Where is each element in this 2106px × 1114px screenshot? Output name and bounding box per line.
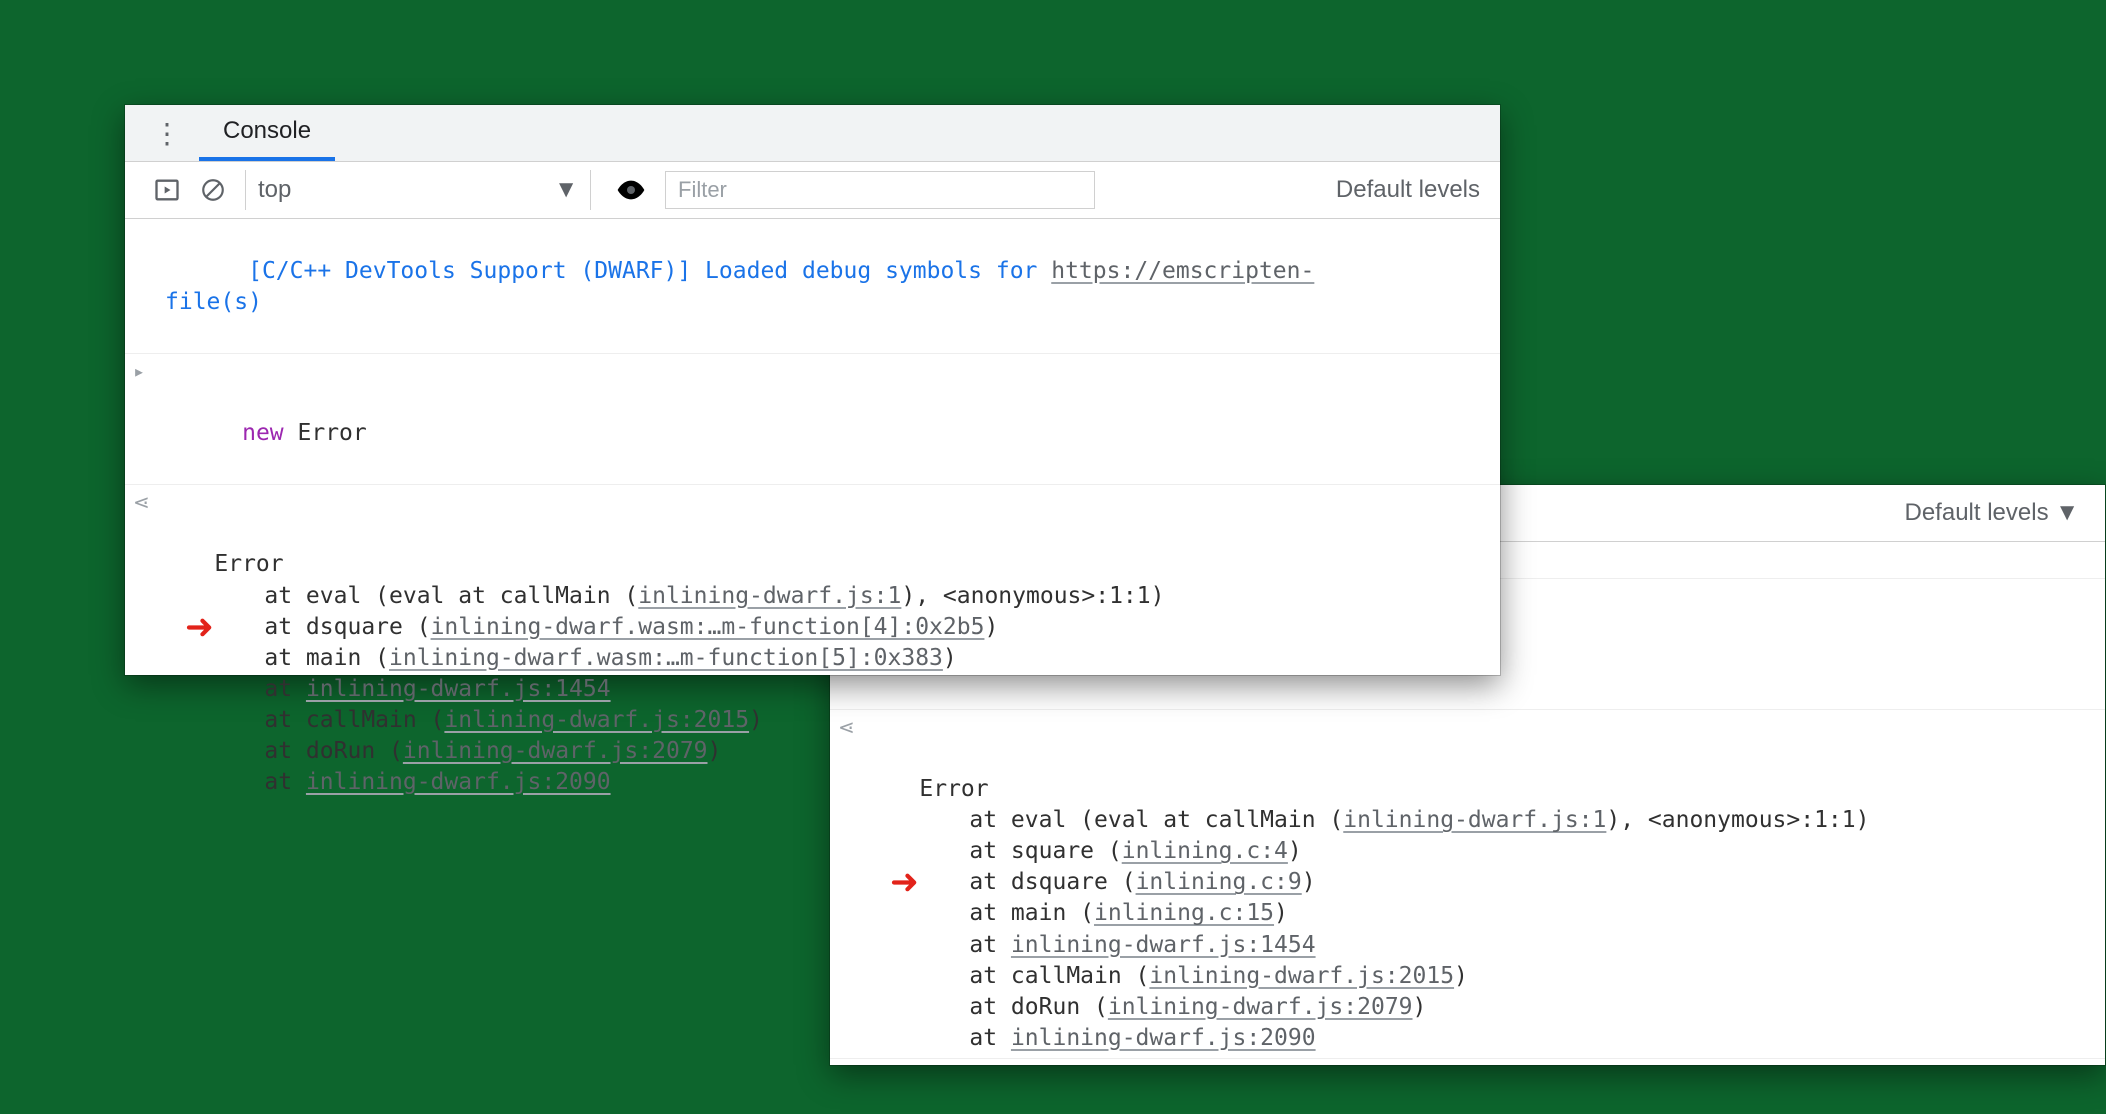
stack-frame: at callMain (inlining-dwarf.js:2015) <box>159 705 1488 736</box>
stack-frame-link[interactable]: inlining-dwarf.js:1 <box>1343 807 1606 833</box>
log-levels-label: Default levels ▼ <box>1905 499 2080 527</box>
execute-icon[interactable] <box>147 176 187 204</box>
stack-frame-link[interactable]: inlining-dwarf.js:2015 <box>444 707 749 733</box>
stack-frame-link[interactable]: inlining.c:9 <box>1136 869 1302 895</box>
console-log-body: [C/C++ DevTools Support (DWARF)] Loaded … <box>125 219 1500 806</box>
console-output-row: ⋖ Error at eval (eval at callMain (inlin… <box>125 485 1500 801</box>
return-icon: ⋖ <box>133 489 150 516</box>
stack-frame: at doRun (inlining-dwarf.js:2079) <box>864 992 2093 1023</box>
stack-frame: at square (inlining.c:4) <box>864 836 2093 867</box>
stack-frame: at inlining-dwarf.js:2090 <box>159 767 1488 798</box>
keyword-new: new <box>242 420 284 446</box>
stack-frame-link[interactable]: inlining-dwarf.js:1 <box>638 583 901 609</box>
chevron-down-icon: ▼ <box>554 176 578 204</box>
log-levels-select[interactable]: Default levels <box>1336 176 1490 204</box>
stack-frame: ➜ at dsquare (inlining-dwarf.wasm:…m-fun… <box>159 612 1488 643</box>
source-link[interactable]: https://emscripten- <box>1051 258 1314 284</box>
more-menu-icon[interactable]: ⋮ <box>125 117 199 150</box>
stack-frame: at eval (eval at callMain (inlining-dwar… <box>864 805 2093 836</box>
console-input-row[interactable]: ▸ new Error <box>125 354 1500 485</box>
stack-frame-link[interactable]: inlining-dwarf.js:2079 <box>403 738 708 764</box>
tab-console[interactable]: Console <box>199 105 335 161</box>
stack-frame-link[interactable]: inlining-dwarf.js:2090 <box>1011 1025 1316 1051</box>
devtools-console-front: ⋮ Console top ▼ Filter Default levels [C… <box>125 105 1500 675</box>
stack-frame-link[interactable]: inlining.c:15 <box>1094 900 1274 926</box>
console-toolbar: top ▼ Filter Default levels <box>125 162 1500 219</box>
stack-frame-link[interactable]: inlining-dwarf.js:1454 <box>306 676 611 702</box>
filter-input[interactable]: Filter <box>665 171 1095 209</box>
log-levels-label: Default levels <box>1336 176 1480 204</box>
log-levels-select[interactable]: Default levels ▼ <box>1905 499 2096 527</box>
error-header: Error <box>214 551 283 577</box>
stack-frame: at doRun (inlining-dwarf.js:2079) <box>159 736 1488 767</box>
stack-frame-link[interactable]: inlining-dwarf.js:2090 <box>306 769 611 795</box>
stack-frame: at main (inlining-dwarf.wasm:…m-function… <box>159 643 1488 674</box>
stack-frame-link[interactable]: inlining.c:4 <box>1122 838 1288 864</box>
live-expression-icon[interactable] <box>603 174 659 206</box>
log-info-message: [C/C++ DevTools Support (DWARF)] Loaded … <box>125 223 1500 354</box>
stack-frame: at callMain (inlining-dwarf.js:2015) <box>864 961 2093 992</box>
stack-frame: at inlining-dwarf.js:1454 <box>159 674 1488 705</box>
stack-frame-link[interactable]: inlining-dwarf.js:2015 <box>1149 963 1454 989</box>
stack-frame-link[interactable]: inlining-dwarf.wasm:…m-function[5]:0x383 <box>389 645 943 671</box>
stack-frame-link[interactable]: inlining-dwarf.js:1454 <box>1011 932 1316 958</box>
stack-frame: ➜ at dsquare (inlining.c:9) <box>864 867 2093 898</box>
execution-context-select[interactable]: top ▼ <box>245 170 591 210</box>
clear-console-icon[interactable] <box>193 177 233 203</box>
devtools-tabstrip: ⋮ Console <box>125 105 1500 162</box>
stack-frame: at inlining-dwarf.js:1454 <box>864 930 2093 961</box>
expand-icon[interactable]: ▸ <box>133 358 145 385</box>
stack-frame: at eval (eval at callMain (inlining-dwar… <box>159 581 1488 612</box>
stack-frame-link[interactable]: inlining-dwarf.js:2079 <box>1108 994 1413 1020</box>
filter-placeholder: Filter <box>678 177 727 203</box>
stack-frame: at inlining-dwarf.js:2090 <box>864 1023 2093 1054</box>
stack-frame-link[interactable]: inlining-dwarf.wasm:…m-function[4]:0x2b5 <box>431 614 985 640</box>
stack-frame: at main (inlining.c:15) <box>864 898 2093 929</box>
